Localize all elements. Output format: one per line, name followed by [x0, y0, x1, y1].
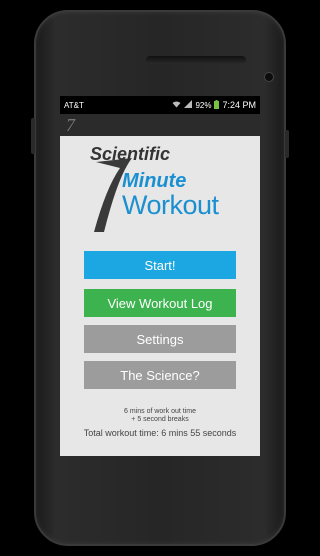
- battery-percent: 92%: [195, 100, 212, 110]
- start-button[interactable]: Start!: [84, 251, 236, 279]
- power-button: [285, 130, 289, 158]
- action-bar: 7: [60, 114, 260, 136]
- carrier-label: AT&T: [64, 100, 84, 110]
- status-bar: AT&T 92% 7:24 PM: [60, 96, 260, 114]
- app-icon[interactable]: 7: [66, 115, 75, 136]
- logo-workout-text: Workout: [122, 190, 219, 220]
- the-science-button[interactable]: The Science?: [84, 361, 236, 389]
- breaks-info: + 5 second breaks: [131, 416, 189, 423]
- settings-button[interactable]: Settings: [84, 325, 236, 353]
- signal-icon: [184, 100, 193, 110]
- front-camera: [264, 72, 274, 82]
- app-logo: Scientific Minute Workout: [60, 136, 260, 234]
- clock: 7:24 PM: [222, 100, 256, 110]
- volume-button: [31, 118, 35, 154]
- wifi-icon: [172, 100, 181, 110]
- total-workout-time: Total workout time: 6 mins 55 seconds: [83, 428, 237, 438]
- view-workout-log-button[interactable]: View Workout Log: [84, 289, 236, 317]
- logo-scientific-text: Scientific: [90, 144, 171, 164]
- battery-icon: [214, 99, 220, 111]
- speaker-grille: [146, 56, 246, 64]
- app-screen: AT&T 92% 7:24 PM 7 Scientific Minute Wor…: [60, 96, 260, 456]
- workout-time-info: 6 mins of work out time: [124, 408, 196, 415]
